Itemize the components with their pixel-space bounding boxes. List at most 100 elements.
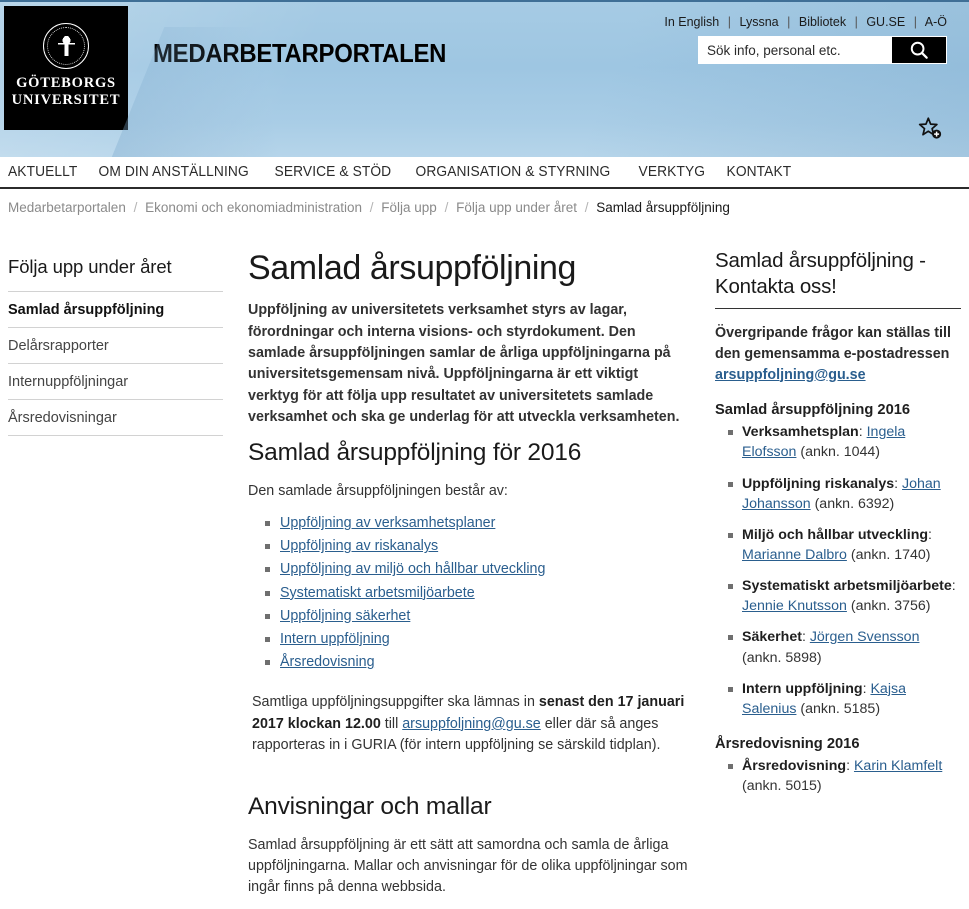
breadcrumb-item-folja-upp[interactable]: Följa upp — [381, 200, 437, 215]
list-item: Uppföljning av riskanalys — [265, 535, 691, 558]
link-separator: | — [727, 15, 731, 29]
list-item: Uppföljning av miljö och hållbar utveckl… — [265, 558, 691, 581]
contact-role: Säkerhet — [742, 629, 802, 646]
contact-box-lead: Övergripande frågor kan ställas till den… — [715, 323, 961, 385]
contact-role: Verksamhetsplan — [742, 424, 859, 441]
sidebar-item-internuppfoljningar[interactable]: Internuppföljningar — [8, 364, 223, 400]
contact-extension: (ankn. 5015) — [742, 778, 822, 795]
utility-link-gu-se[interactable]: GU.SE — [866, 15, 905, 29]
contact-name-link[interactable]: Jennie Knutsson — [742, 598, 847, 614]
main-navigation: AKTUELLT OM DIN ANSTÄLLNING SERVICE & ST… — [0, 157, 969, 189]
list-item: Årsredovisning: Karin Klamfelt (ankn. 50… — [728, 756, 961, 796]
breadcrumb: Medarbetarportalen / Ekonomi och ekonomi… — [0, 189, 969, 225]
nav-item-kontakt[interactable]: KONTAKT — [718, 164, 800, 180]
link-arsredovisning[interactable]: Årsredovisning — [280, 654, 375, 670]
breadcrumb-item-folja-upp-under-aret[interactable]: Följa upp under året — [456, 200, 577, 215]
sidebar-item-delarsrapporter[interactable]: Delårsrapporter — [8, 328, 223, 364]
utility-link-in-english[interactable]: In English — [664, 15, 719, 29]
contact-name-link[interactable]: Jörgen Svensson — [810, 629, 920, 645]
contact-group-heading-2016: Samlad årsuppföljning 2016 — [715, 402, 911, 419]
star-add-icon[interactable] — [917, 116, 945, 143]
breadcrumb-item-ekonomi[interactable]: Ekonomi och ekonomiadministration — [145, 200, 362, 215]
right-sidebar: Samlad årsuppföljning - Kontakta oss! Öv… — [715, 225, 961, 807]
link-uppfoljning-sakerhet[interactable]: Uppföljning säkerhet — [280, 608, 410, 624]
contact-role: Årsredovisning — [742, 758, 847, 775]
breadcrumb-separator: / — [369, 200, 374, 215]
nav-item-om-din-anstallning[interactable]: OM DIN ANSTÄLLNING — [90, 164, 257, 180]
search-button[interactable] — [892, 37, 946, 63]
link-separator: | — [787, 15, 791, 29]
contact-box-title: Samlad årsuppföljning - Kontakta oss! — [715, 248, 961, 310]
main-content: Samlad årsuppföljning Uppföljning av uni… — [223, 225, 715, 909]
deadline-paragraph: Samtliga uppföljningsuppgifter ska lämna… — [248, 692, 691, 756]
contact-extension: (ankn. 3756) — [850, 598, 931, 615]
link-separator: | — [854, 15, 858, 29]
contact-extension: (ankn. 1044) — [800, 444, 881, 461]
nav-item-organisation-styrning[interactable]: ORGANISATION & STYRNING — [407, 164, 619, 180]
search-box — [698, 36, 947, 64]
contact-name-link[interactable]: Marianne Dalbro — [742, 547, 847, 563]
utility-link-lyssna[interactable]: Lyssna — [739, 15, 778, 29]
link-arsuppfoljning-email[interactable]: arsuppfoljning@gu.se — [402, 716, 541, 732]
contact-role: Uppföljning riskanalys — [742, 475, 895, 492]
utility-link-a-o[interactable]: A-Ö — [925, 15, 947, 29]
nav-item-verktyg[interactable]: VERKTYG — [630, 164, 714, 180]
list-item: Uppföljning riskanalys: Johan Johansson … — [728, 474, 961, 514]
contact-list-arsredovisning: Årsredovisning: Karin Klamfelt (ankn. 50… — [715, 756, 961, 796]
breadcrumb-separator: / — [133, 200, 138, 215]
list-item: Årsredovisning — [265, 651, 691, 674]
nav-item-service-stod[interactable]: SERVICE & STÖD — [266, 164, 400, 180]
contact-name-link[interactable]: Karin Klamfelt — [854, 758, 942, 774]
link-intern-uppfoljning[interactable]: Intern uppföljning — [280, 631, 390, 647]
deadline-text-before: Samtliga uppföljningsuppgifter ska lämna… — [252, 694, 539, 711]
left-sidebar: Följa upp under året Samlad årsuppföljni… — [8, 225, 223, 436]
link-shared-email[interactable]: arsuppfoljning@gu.se — [715, 367, 866, 383]
contact-extension: (ankn. 5185) — [800, 700, 881, 717]
sidebar-item-samlad-arsuppfoljning[interactable]: Samlad årsuppföljning — [8, 292, 223, 328]
logo-line-1: GÖTEBORGS — [16, 75, 116, 91]
sidebar-item-arsredovisningar[interactable]: Årsredovisningar — [8, 400, 223, 436]
sidebar-title: Följa upp under året — [8, 256, 223, 292]
link-uppfoljning-riskanalys[interactable]: Uppföljning av riskanalys — [280, 538, 438, 554]
section-body-anvisningar: Samlad årsuppföljning är ett sätt att sa… — [248, 836, 688, 896]
page-lead-paragraph: Uppföljning av universitetets verksamhet… — [248, 302, 680, 426]
university-seal-icon — [43, 23, 89, 69]
list-item: Miljö och hållbar utveckling: Marianne D… — [728, 525, 961, 565]
contact-box-lead-text: Övergripande frågor kan ställas till den… — [715, 325, 951, 362]
section-intro: Den samlade årsuppföljningen består av: — [248, 482, 508, 499]
contact-role: Systematiskt arbetsmiljöarbete — [742, 578, 952, 595]
list-item: Intern uppföljning — [265, 628, 691, 651]
link-uppfoljning-verksamhetsplaner[interactable]: Uppföljning av verksamhetsplaner — [280, 515, 495, 531]
nav-item-aktuellt[interactable]: AKTUELLT — [8, 164, 86, 180]
link-separator: | — [913, 15, 917, 29]
section-heading-anvisningar: Anvisningar och mallar — [248, 792, 492, 820]
contact-group-heading-arsredovisning: Årsredovisning 2016 — [715, 736, 860, 753]
utility-links: In English | Lyssna | Bibliotek | GU.SE … — [664, 15, 947, 29]
site-title: MEDARBETARPORTALEN — [153, 38, 447, 68]
deadline-text-mid: till — [380, 715, 403, 732]
breadcrumb-separator: / — [584, 200, 589, 215]
gu-logo[interactable]: GÖTEBORGS UNIVERSITET — [4, 6, 128, 130]
contact-extension: (ankn. 5898) — [742, 649, 822, 666]
utility-link-bibliotek[interactable]: Bibliotek — [799, 15, 846, 29]
list-item: Systematiskt arbetsmiljöarbete — [265, 582, 691, 605]
list-item: Intern uppföljning: Kajsa Salenius (ankn… — [728, 679, 961, 719]
site-header: GÖTEBORGS UNIVERSITET MEDARBETARPORTALEN… — [0, 0, 969, 157]
contact-role: Intern uppföljning — [742, 680, 863, 697]
page-title: Samlad årsuppföljning — [248, 249, 577, 287]
list-item: Uppföljning av verksamhetsplaner — [265, 512, 691, 535]
contact-extension: (ankn. 6392) — [814, 495, 895, 512]
contact-role: Miljö och hållbar utveckling — [742, 526, 929, 543]
breadcrumb-item-medarbetarportalen[interactable]: Medarbetarportalen — [8, 200, 126, 215]
followup-link-list: Uppföljning av verksamhetsplaner Uppfölj… — [248, 512, 691, 674]
section-heading-2016: Samlad årsuppföljning för 2016 — [248, 438, 582, 466]
search-input[interactable] — [699, 37, 892, 63]
link-systematiskt-arbetsmiljoarbete[interactable]: Systematiskt arbetsmiljöarbete — [280, 585, 475, 601]
link-uppfoljning-miljo[interactable]: Uppföljning av miljö och hållbar utveckl… — [280, 561, 545, 577]
list-item: Verksamhetsplan: Ingela Elofsson (ankn. … — [728, 422, 961, 462]
list-item: Systematiskt arbetsmiljöarbete: Jennie K… — [728, 576, 961, 616]
list-item: Säkerhet: Jörgen Svensson (ankn. 5898) — [728, 627, 961, 667]
contact-list-2016: Verksamhetsplan: Ingela Elofsson (ankn. … — [715, 422, 961, 719]
search-icon — [910, 41, 928, 59]
